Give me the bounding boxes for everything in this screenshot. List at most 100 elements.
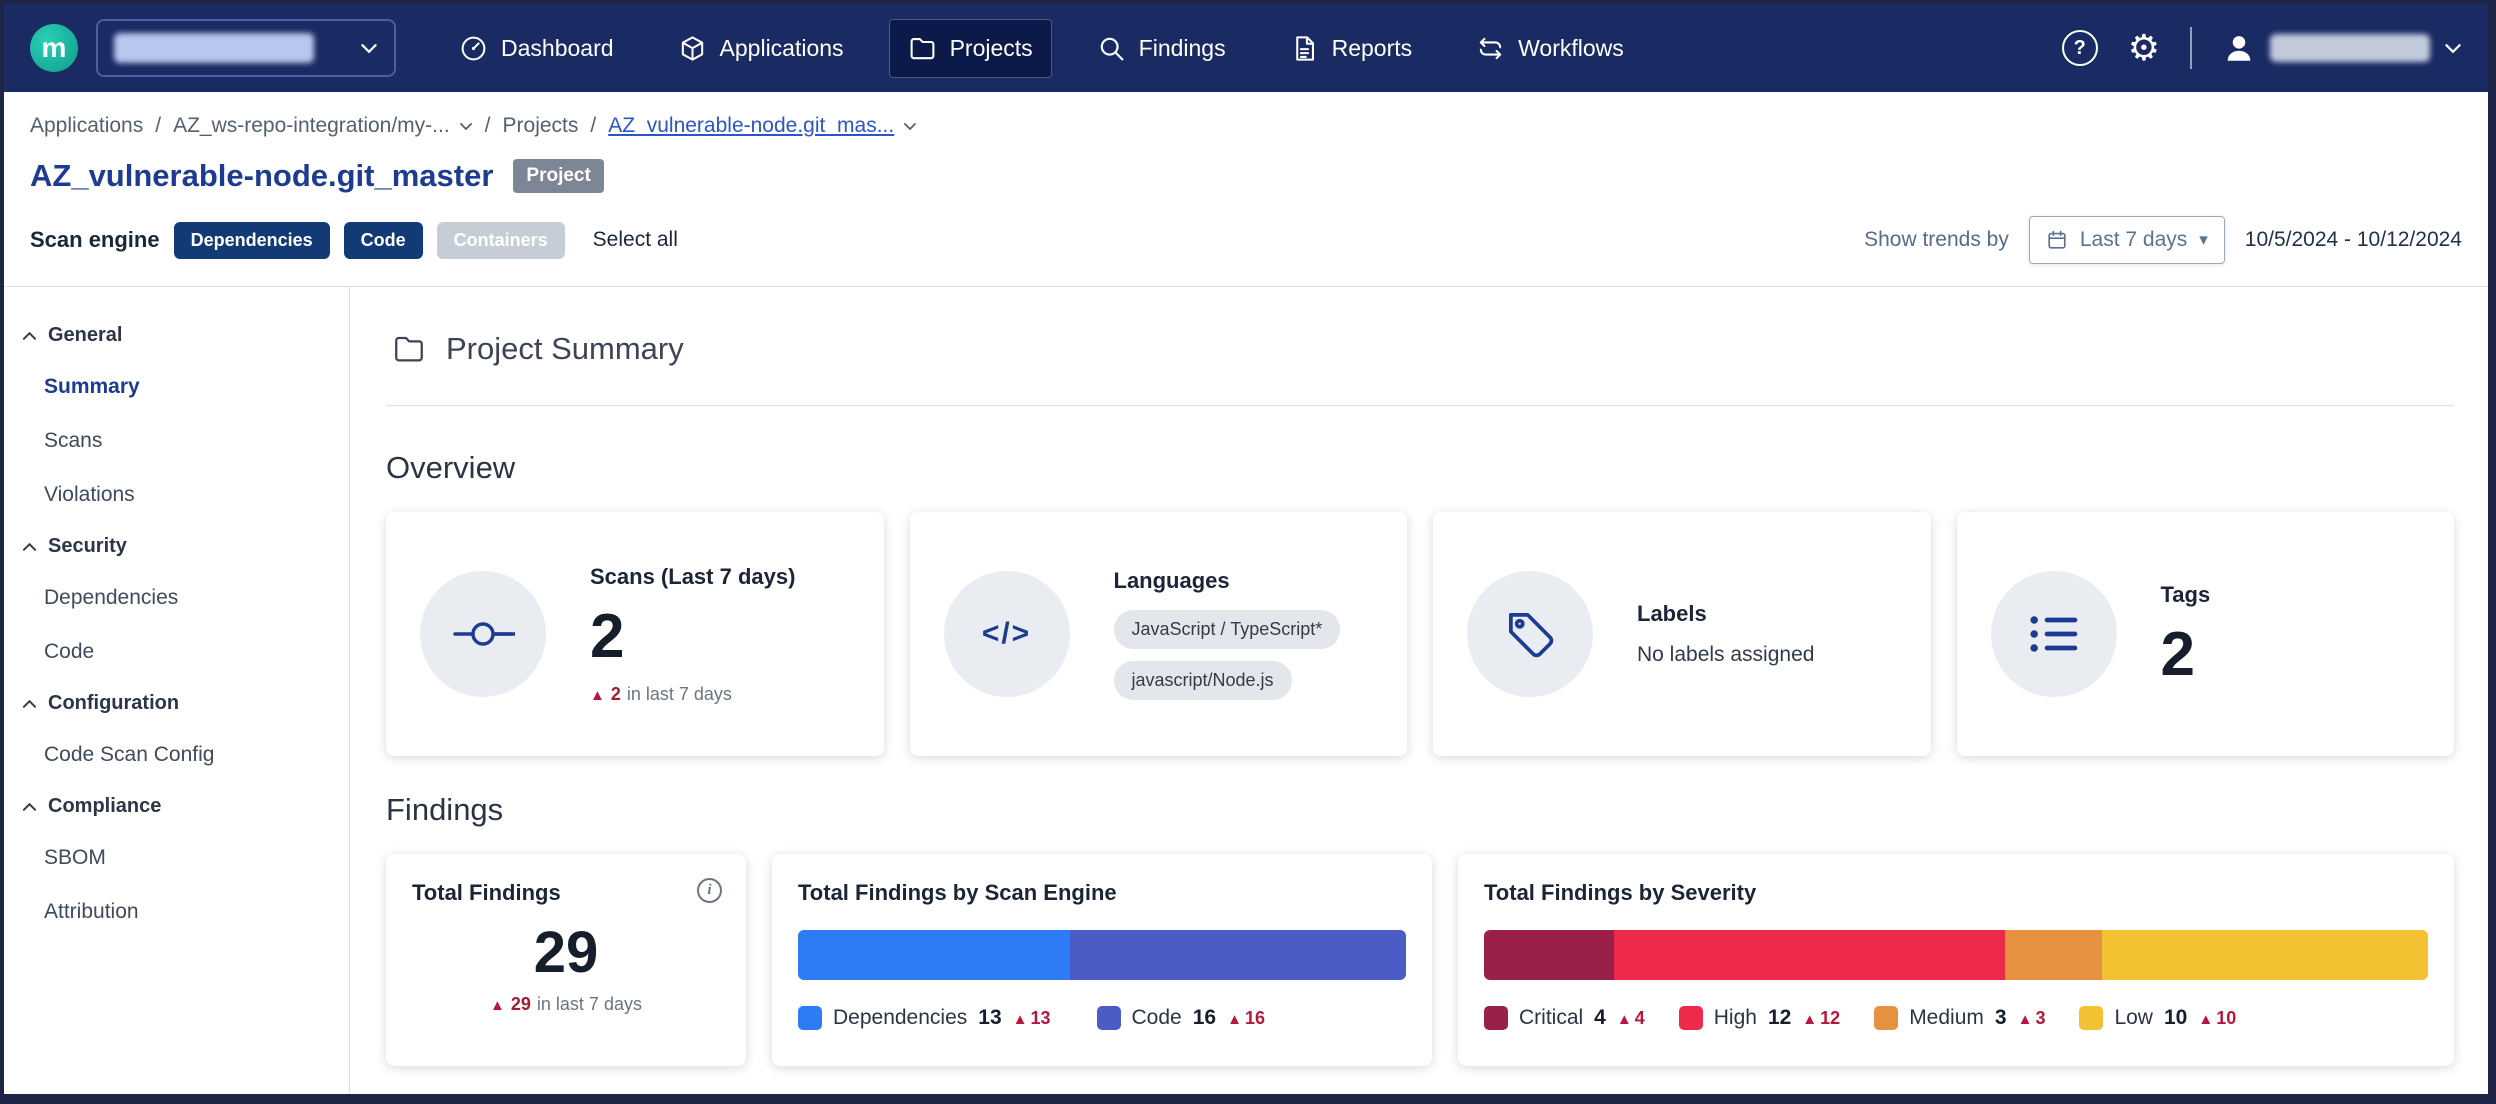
language-pill: javascript/Node.js [1114, 661, 1292, 700]
nav-item-label: Applications [720, 35, 844, 62]
workspace-selector[interactable] [96, 19, 396, 77]
findings-by-severity-card: Total Findings by Severity Critical 4 ▲4 [1458, 854, 2454, 1066]
list-icon [1991, 571, 2117, 697]
breadcrumb: Applications / AZ_ws-repo-integration/my… [4, 92, 2488, 148]
trend-period-dropdown[interactable]: Last 7 days ▾ [2029, 216, 2225, 264]
legend-swatch [2079, 1006, 2103, 1030]
sidebar-item-dependencies[interactable]: Dependencies [4, 571, 349, 625]
nav-item-applications[interactable]: Applications [659, 19, 863, 78]
help-glyph: ? [2074, 37, 2086, 60]
scan-engine-row: Scan engine Dependencies Code Containers… [4, 200, 2488, 286]
breadcrumb-application-current[interactable]: AZ_ws-repo-integration/my-... [173, 114, 473, 138]
select-all-link[interactable]: Select all [593, 228, 678, 252]
language-pills: JavaScript / TypeScript* javascript/Node… [1114, 610, 1341, 700]
legend-trend: ▲10 [2198, 1008, 2236, 1029]
total-findings-trend: ▲ 29 in last 7 days [412, 994, 720, 1015]
label-tag-icon [1467, 571, 1593, 697]
info-icon[interactable]: i [697, 878, 722, 903]
scan-node-glyph [451, 602, 515, 666]
user-menu[interactable] [2222, 31, 2462, 65]
mend-logo[interactable]: m [30, 24, 78, 72]
sidebar-item-sbom[interactable]: SBOM [4, 831, 349, 885]
breadcrumb-applications[interactable]: Applications [30, 114, 143, 138]
scans-card: Scans (Last 7 days) 2 ▲ 2 in last 7 days [386, 512, 884, 756]
workflows-icon [1476, 34, 1505, 63]
page-title: AZ_vulnerable-node.git_master [30, 158, 493, 194]
sidebar-item-attribution[interactable]: Attribution [4, 885, 349, 939]
sidebar-section-security[interactable]: Security [4, 522, 349, 571]
sidebar-section-general[interactable]: General [4, 311, 349, 360]
sidebar-item-violations[interactable]: Violations [4, 468, 349, 522]
legend-critical: Critical 4 ▲4 [1484, 1006, 1645, 1030]
trend-value: 16 [1245, 1008, 1265, 1029]
help-icon[interactable]: ? [2062, 30, 2098, 66]
legend-label: Medium [1909, 1006, 1984, 1030]
dashboard-icon [459, 34, 488, 63]
project-summary-title: Project Summary [446, 331, 684, 367]
user-avatar-icon [2222, 31, 2256, 65]
severity-bar [1484, 930, 2428, 980]
sidebar-section-compliance[interactable]: Compliance [4, 782, 349, 831]
legend-high: High 12 ▲12 [1679, 1006, 1840, 1030]
sidebar-section-configuration[interactable]: Configuration [4, 679, 349, 728]
code-glyph: </> [982, 617, 1031, 651]
code-brackets-icon: </> [944, 571, 1070, 697]
nav-item-findings[interactable]: Findings [1078, 19, 1245, 78]
legend-label: Low [2114, 1006, 2153, 1030]
divider [386, 405, 2454, 406]
chevron-up-icon [22, 699, 37, 709]
scan-engine-legend: Dependencies 13 ▲13 Code 16 ▲16 [798, 1006, 1406, 1030]
legend-count: 13 [978, 1006, 1001, 1030]
page-title-row: AZ_vulnerable-node.git_master Project [4, 148, 2488, 200]
legend-label: Code [1132, 1006, 1182, 1030]
trend-value: 12 [1820, 1008, 1840, 1029]
trend-up-icon: ▲ [590, 687, 605, 704]
legend-label: Dependencies [833, 1006, 967, 1030]
engine-pill-containers[interactable]: Containers [437, 222, 565, 259]
chevron-up-icon [22, 331, 37, 341]
scans-trend: ▲ 2 in last 7 days [590, 684, 732, 705]
breadcrumb-separator: / [485, 114, 491, 138]
scan-engine-label: Scan engine [30, 227, 160, 253]
redacted-workspace-name [114, 33, 314, 63]
legend-label: Critical [1519, 1006, 1583, 1030]
card-title: Scans (Last 7 days) [590, 564, 795, 590]
app-window: m Dashboard Applications Projects Findin… [0, 0, 2496, 1104]
nav-item-workflows[interactable]: Workflows [1457, 19, 1643, 78]
breadcrumb-projects[interactable]: Projects [503, 114, 579, 138]
sidebar-item-scans[interactable]: Scans [4, 414, 349, 468]
reports-icon [1290, 34, 1319, 63]
nav-item-dashboard[interactable]: Dashboard [440, 19, 633, 78]
language-pill: JavaScript / TypeScript* [1114, 610, 1341, 649]
legend-count: 3 [1995, 1006, 2007, 1030]
settings-gear-icon[interactable]: ⚙ [2128, 30, 2160, 66]
sidebar-section-title: Security [48, 535, 127, 558]
sidebar-section-title: General [48, 324, 122, 347]
nav-item-label: Reports [1332, 35, 1413, 62]
project-type-badge: Project [513, 159, 603, 193]
nav-item-projects[interactable]: Projects [889, 19, 1052, 78]
findings-by-engine-card: Total Findings by Scan Engine Dependenci… [772, 854, 1432, 1066]
legend-trend: ▲16 [1227, 1008, 1265, 1029]
trend-up-icon: ▲ [2018, 1011, 2033, 1028]
breadcrumb-project-current[interactable]: AZ_vulnerable-node.git_mas... [608, 114, 917, 138]
folder-icon [392, 332, 426, 366]
scan-node-icon [420, 571, 546, 697]
nav-item-reports[interactable]: Reports [1271, 19, 1432, 78]
divider [2190, 27, 2192, 69]
chevron-up-icon [22, 802, 37, 812]
trend-up-icon: ▲ [1227, 1011, 1242, 1028]
findings-section-title: Findings [386, 792, 2454, 828]
sidebar-section-title: Configuration [48, 692, 179, 715]
findings-icon [1097, 34, 1126, 63]
engine-pill-dependencies[interactable]: Dependencies [174, 222, 330, 259]
sidebar-item-code-scan-config[interactable]: Code Scan Config [4, 728, 349, 782]
bar-segment-low [2102, 930, 2428, 980]
trend-up-icon: ▲ [1013, 1011, 1028, 1028]
nav-item-label: Dashboard [501, 35, 614, 62]
sidebar-item-summary[interactable]: Summary [4, 360, 349, 414]
engine-pill-code[interactable]: Code [344, 222, 423, 259]
calendar-icon [2046, 229, 2068, 251]
languages-card: </> Languages JavaScript / TypeScript* j… [910, 512, 1408, 756]
sidebar-item-code[interactable]: Code [4, 625, 349, 679]
